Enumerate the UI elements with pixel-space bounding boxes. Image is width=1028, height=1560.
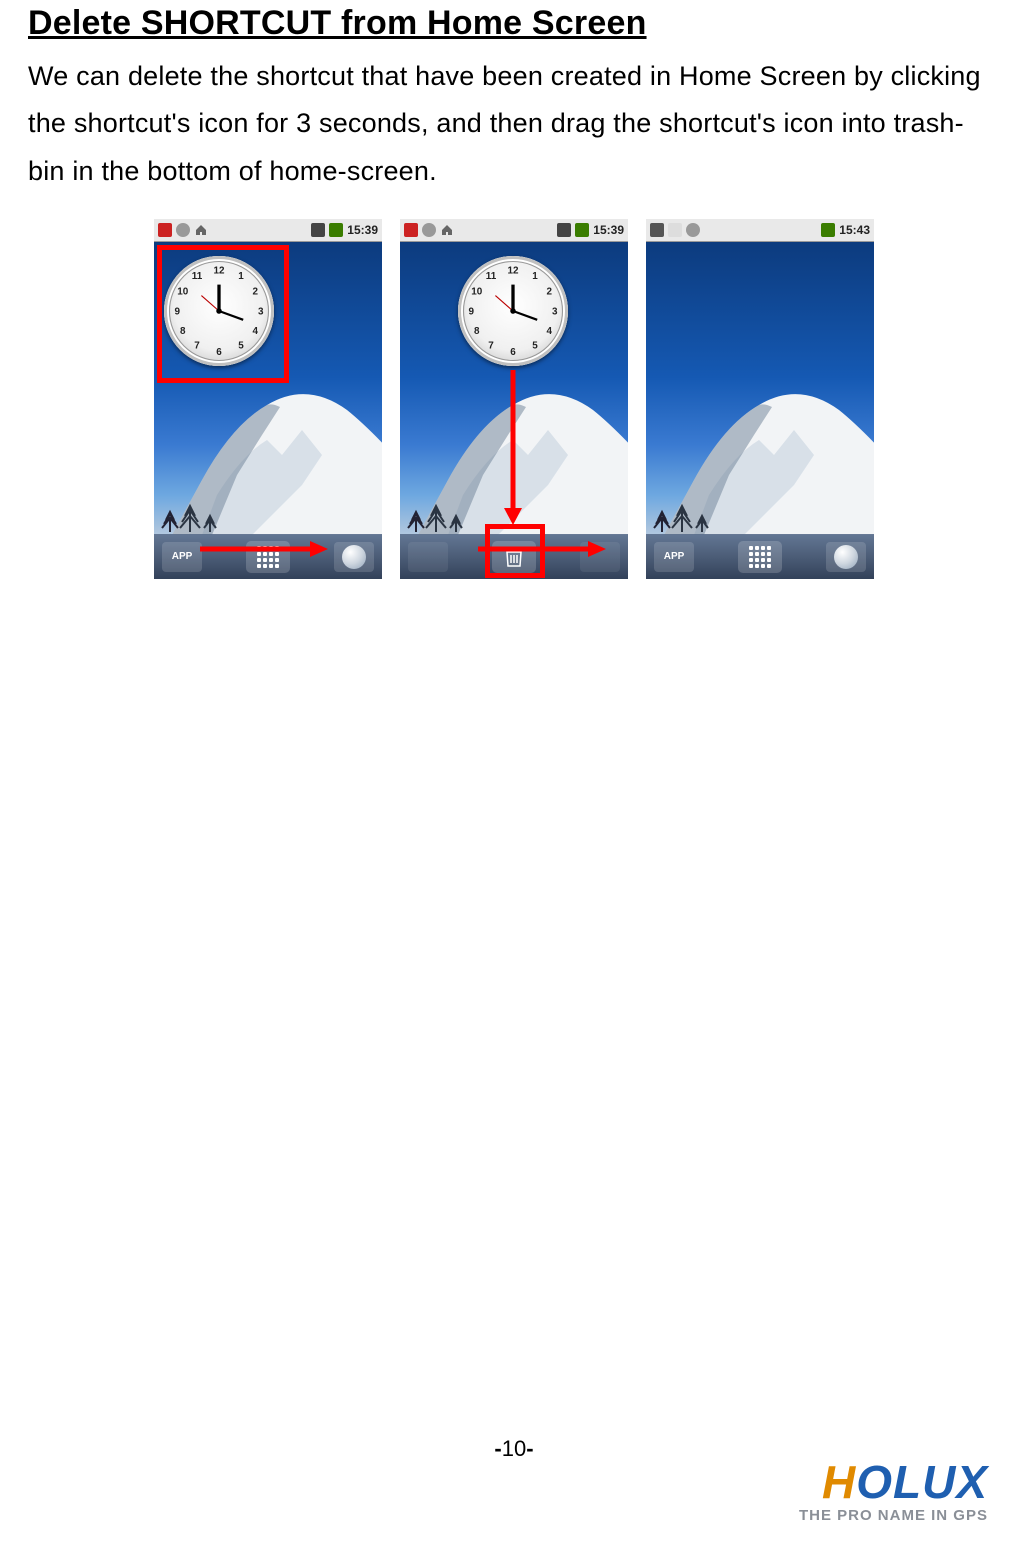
screenshot-2: 15:39	[400, 219, 628, 579]
page-title: Delete SHORTCUT from Home Screen	[28, 0, 1000, 43]
trash-button[interactable]	[492, 541, 536, 573]
svg-text:11: 11	[192, 271, 203, 282]
dock: APP	[646, 534, 874, 579]
battery-icon	[329, 223, 343, 237]
clock-widget[interactable]: 12 12 3 45 6 78 9 1011	[458, 256, 568, 366]
clock-widget[interactable]: 12 12 3 45 6 78 9 1011	[164, 256, 274, 366]
debug-icon	[668, 223, 682, 237]
svg-text:1: 1	[532, 271, 538, 282]
notification-badge-icon	[158, 223, 172, 237]
svg-text:2: 2	[253, 286, 259, 297]
svg-text:2: 2	[547, 286, 553, 297]
svg-text:9: 9	[468, 306, 474, 317]
alarm-icon	[176, 223, 190, 237]
brand-name: HOLUX	[799, 1459, 988, 1505]
browser-button[interactable]	[580, 542, 620, 572]
status-time: 15:39	[347, 223, 378, 237]
status-bar: 15:43	[646, 219, 874, 242]
svg-text:1: 1	[238, 271, 244, 282]
status-bar: 15:39	[400, 219, 628, 242]
svg-text:3: 3	[552, 306, 558, 317]
trash-icon	[503, 546, 525, 568]
home-screen: 12 12 3 45 6 78 9 1011 APP	[154, 242, 382, 579]
home-icon	[194, 223, 208, 237]
brand-tagline: THE PRO NAME IN GPS	[799, 1507, 988, 1524]
app-drawer-left[interactable]	[408, 542, 448, 572]
battery-icon	[575, 223, 589, 237]
brand-logo: HOLUX THE PRO NAME IN GPS	[799, 1459, 988, 1524]
svg-text:6: 6	[216, 347, 222, 358]
svg-text:4: 4	[253, 326, 259, 337]
globe-icon	[342, 545, 366, 569]
wallpaper-trees	[652, 462, 742, 532]
apps-grid-icon	[749, 546, 771, 568]
app-label: APP	[172, 551, 193, 562]
svg-text:9: 9	[174, 306, 180, 317]
app-label: APP	[664, 551, 685, 562]
intro-text: We can delete the shortcut that have bee…	[28, 53, 1000, 195]
alarm-icon	[686, 223, 700, 237]
svg-text:12: 12	[213, 265, 225, 276]
svg-text:10: 10	[471, 286, 483, 297]
browser-button[interactable]	[334, 542, 374, 572]
status-bar: 15:39	[154, 219, 382, 242]
notification-badge-icon	[404, 223, 418, 237]
svg-text:4: 4	[547, 326, 553, 337]
screenshot-3: 15:43	[646, 219, 874, 579]
svg-text:8: 8	[180, 326, 186, 337]
dock	[400, 534, 628, 579]
svg-text:11: 11	[486, 271, 497, 282]
svg-text:5: 5	[238, 340, 244, 351]
svg-text:3: 3	[258, 306, 264, 317]
svg-text:5: 5	[532, 340, 538, 351]
battery-icon	[821, 223, 835, 237]
home-screen: 12 12 3 45 6 78 9 1011	[400, 242, 628, 579]
wallpaper-trees	[160, 462, 250, 532]
svg-text:6: 6	[510, 347, 516, 358]
sd-card-icon	[557, 223, 571, 237]
screenshots-row: 15:39	[28, 219, 1000, 579]
svg-text:7: 7	[488, 340, 494, 351]
apps-grid-icon	[257, 546, 279, 568]
screenshot-1: 15:39	[154, 219, 382, 579]
wallpaper-trees	[406, 462, 496, 532]
apps-grid-button[interactable]	[738, 541, 782, 573]
apps-grid-button[interactable]	[246, 541, 290, 573]
app-drawer-left[interactable]: APP	[162, 542, 202, 572]
dock: APP	[154, 534, 382, 579]
app-drawer-left[interactable]: APP	[654, 542, 694, 572]
home-icon	[440, 223, 454, 237]
globe-icon	[834, 545, 858, 569]
home-screen: APP	[646, 242, 874, 579]
svg-text:12: 12	[507, 265, 519, 276]
alarm-icon	[422, 223, 436, 237]
svg-text:7: 7	[194, 340, 200, 351]
sd-card-icon	[311, 223, 325, 237]
svg-text:8: 8	[474, 326, 480, 337]
usb-icon	[650, 223, 664, 237]
browser-button[interactable]	[826, 542, 866, 572]
svg-text:10: 10	[177, 286, 189, 297]
status-time: 15:43	[839, 223, 870, 237]
status-time: 15:39	[593, 223, 624, 237]
